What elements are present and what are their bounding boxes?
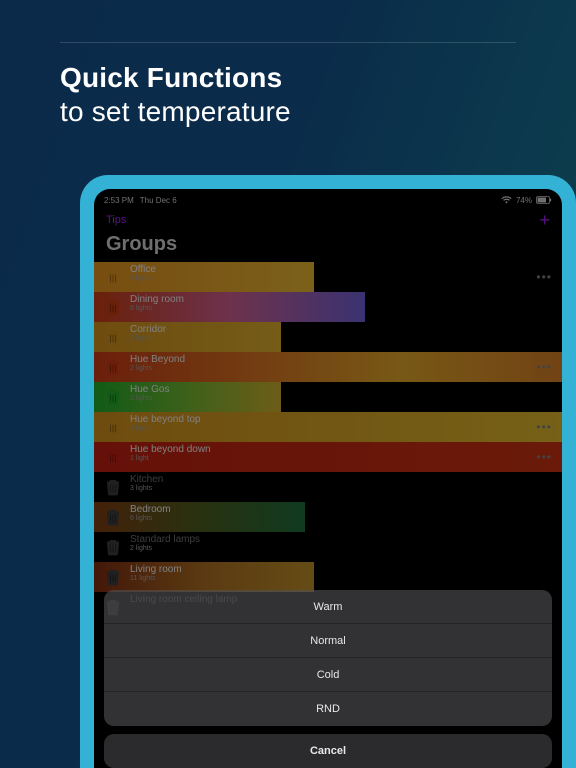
trash-icon[interactable] (102, 506, 124, 528)
app-body: 2:53 PM Thu Dec 6 74% Tips + Groups (94, 189, 562, 622)
group-name: Hue Beyond (130, 354, 185, 365)
group-row[interactable]: Hue Beyond2 lights ••• (94, 352, 562, 382)
headline: Quick Functions to set temperature (60, 62, 516, 128)
group-row[interactable]: Office3 lights ••• (94, 262, 562, 292)
headline-line1: Quick Functions (60, 62, 516, 94)
group-row[interactable]: Hue beyond down1 light ••• (94, 442, 562, 472)
sheet-option-normal[interactable]: Normal (104, 624, 552, 658)
group-text: Corridor2 lights (130, 324, 166, 342)
group-row[interactable]: Dining room6 lights (94, 292, 562, 322)
group-text: Hue beyond top1 light (130, 414, 201, 432)
app-screen: 2:53 PM Thu Dec 6 74% Tips + Groups (94, 189, 562, 768)
group-name: Corridor (130, 324, 166, 335)
group-sublabel: 3 lights (130, 485, 163, 492)
group-brightness-bar[interactable] (94, 562, 314, 592)
action-sheet: WarmNormalColdRND Cancel (104, 590, 552, 768)
cancel-button[interactable]: Cancel (104, 734, 552, 768)
group-sublabel: 1 light (130, 425, 201, 432)
group-row[interactable]: Corridor2 lights (94, 322, 562, 352)
trash-icon[interactable] (102, 536, 124, 558)
battery-icon (536, 196, 552, 204)
trash-icon[interactable] (102, 566, 124, 588)
group-sublabel: 2 lights (130, 335, 166, 342)
group-name: Office (130, 264, 156, 275)
status-battery-pct: 74% (516, 196, 532, 205)
nav-bar: Tips + (94, 207, 562, 233)
group-name: Dining room (130, 294, 184, 305)
group-text: Bedroom6 lights (130, 504, 171, 522)
group-text: Living room11 lights (130, 564, 182, 582)
group-row[interactable]: Standard lamps2 lights (94, 532, 562, 562)
group-name: Hue Gos (130, 384, 169, 395)
wifi-icon (501, 196, 512, 204)
group-row[interactable]: Living room11 lights (94, 562, 562, 592)
group-sublabel: 6 lights (130, 515, 171, 522)
group-text: Hue beyond down1 light (130, 444, 211, 462)
group-sublabel: 3 lights (130, 275, 156, 282)
trash-icon[interactable] (102, 446, 124, 468)
group-name: Bedroom (130, 504, 171, 515)
trash-icon[interactable] (102, 476, 124, 498)
divider (60, 42, 516, 43)
group-sublabel: 2 lights (130, 365, 185, 372)
status-bar: 2:53 PM Thu Dec 6 74% (94, 189, 562, 207)
sheet-option-warm[interactable]: Warm (104, 590, 552, 624)
more-icon[interactable]: ••• (536, 262, 552, 292)
trash-icon[interactable] (102, 386, 124, 408)
more-icon[interactable]: ••• (536, 412, 552, 442)
trash-icon[interactable] (102, 266, 124, 288)
group-name: Standard lamps (130, 534, 200, 545)
group-text: Dining room6 lights (130, 294, 184, 312)
trash-icon[interactable] (102, 416, 124, 438)
group-sublabel: 1 light (130, 455, 211, 462)
group-row[interactable]: Kitchen3 lights (94, 472, 562, 502)
group-text: Office3 lights (130, 264, 156, 282)
group-brightness-bar[interactable] (94, 262, 314, 292)
more-icon[interactable]: ••• (536, 442, 552, 472)
sheet-option-cold[interactable]: Cold (104, 658, 552, 692)
status-time: 2:53 PM (104, 196, 134, 205)
status-date: Thu Dec 6 (140, 196, 177, 205)
group-sublabel: 2 lights (130, 545, 200, 552)
add-button[interactable]: + (539, 213, 550, 227)
group-row[interactable]: Bedroom6 lights (94, 502, 562, 532)
action-sheet-options: WarmNormalColdRND (104, 590, 552, 726)
group-sublabel: 6 lights (130, 305, 184, 312)
group-brightness-bar[interactable] (94, 502, 305, 532)
sheet-option-rnd[interactable]: RND (104, 692, 552, 726)
group-name: Kitchen (130, 474, 163, 485)
page-title: Groups (94, 233, 562, 262)
group-name: Hue beyond top (130, 414, 201, 425)
group-list: Office3 lights•••Dining room6 lightsCorr… (94, 262, 562, 622)
trash-icon[interactable] (102, 326, 124, 348)
device-frame: 2:53 PM Thu Dec 6 74% Tips + Groups (80, 175, 576, 768)
trash-icon[interactable] (102, 296, 124, 318)
group-text: Standard lamps2 lights (130, 534, 200, 552)
group-sublabel: 11 lights (130, 575, 182, 582)
more-icon[interactable]: ••• (536, 352, 552, 382)
headline-line2: to set temperature (60, 96, 516, 128)
group-sublabel: 2 lights (130, 395, 169, 402)
group-text: Hue Gos2 lights (130, 384, 169, 402)
tips-button[interactable]: Tips (106, 214, 126, 226)
group-text: Hue Beyond2 lights (130, 354, 185, 372)
group-row[interactable]: Hue beyond top1 light ••• (94, 412, 562, 442)
trash-icon[interactable] (102, 356, 124, 378)
group-name: Living room (130, 564, 182, 575)
group-name: Hue beyond down (130, 444, 211, 455)
group-text: Kitchen3 lights (130, 474, 163, 492)
group-row[interactable]: Hue Gos2 lights (94, 382, 562, 412)
